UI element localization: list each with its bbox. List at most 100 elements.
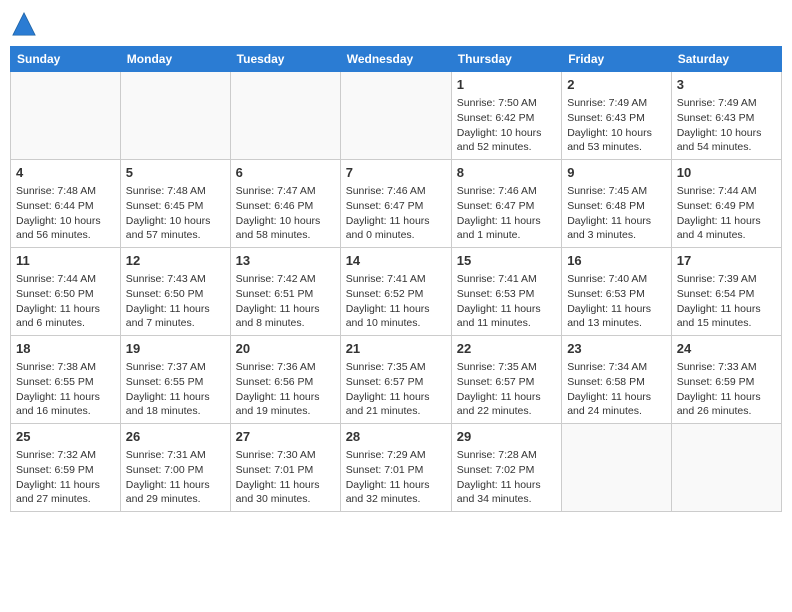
calendar-day-cell: 15 Sunrise: 7:41 AMSunset: 6:53 PMDayligh…	[451, 248, 561, 336]
day-info: Sunrise: 7:49 AMSunset: 6:43 PMDaylight:…	[567, 96, 666, 155]
calendar-day-cell	[562, 424, 672, 512]
day-info: Sunrise: 7:48 AMSunset: 6:44 PMDaylight:…	[16, 184, 115, 243]
logo	[10, 10, 42, 38]
day-number: 17	[677, 252, 776, 270]
calendar-day-cell: 7 Sunrise: 7:46 AMSunset: 6:47 PMDaylight…	[340, 160, 451, 248]
day-number: 5	[126, 164, 225, 182]
calendar-day-cell: 2 Sunrise: 7:49 AMSunset: 6:43 PMDaylight…	[562, 72, 672, 160]
day-info: Sunrise: 7:38 AMSunset: 6:55 PMDaylight:…	[16, 360, 115, 419]
day-number: 23	[567, 340, 666, 358]
day-info: Sunrise: 7:29 AMSunset: 7:01 PMDaylight:…	[346, 448, 446, 507]
day-info: Sunrise: 7:40 AMSunset: 6:53 PMDaylight:…	[567, 272, 666, 331]
calendar-week-row: 11 Sunrise: 7:44 AMSunset: 6:50 PMDayligh…	[11, 248, 782, 336]
day-number: 19	[126, 340, 225, 358]
calendar-day-cell	[230, 72, 340, 160]
day-info: Sunrise: 7:36 AMSunset: 6:56 PMDaylight:…	[236, 360, 335, 419]
calendar-week-row: 25 Sunrise: 7:32 AMSunset: 6:59 PMDayligh…	[11, 424, 782, 512]
day-number: 8	[457, 164, 556, 182]
day-info: Sunrise: 7:50 AMSunset: 6:42 PMDaylight:…	[457, 96, 556, 155]
day-number: 14	[346, 252, 446, 270]
calendar-day-cell: 20 Sunrise: 7:36 AMSunset: 6:56 PMDayligh…	[230, 336, 340, 424]
day-number: 16	[567, 252, 666, 270]
calendar-day-cell	[671, 424, 781, 512]
day-info: Sunrise: 7:47 AMSunset: 6:46 PMDaylight:…	[236, 184, 335, 243]
calendar-day-cell: 28 Sunrise: 7:29 AMSunset: 7:01 PMDayligh…	[340, 424, 451, 512]
day-info: Sunrise: 7:48 AMSunset: 6:45 PMDaylight:…	[126, 184, 225, 243]
day-info: Sunrise: 7:42 AMSunset: 6:51 PMDaylight:…	[236, 272, 335, 331]
day-info: Sunrise: 7:41 AMSunset: 6:52 PMDaylight:…	[346, 272, 446, 331]
day-of-week-header: Wednesday	[340, 47, 451, 72]
day-number: 29	[457, 428, 556, 446]
day-number: 18	[16, 340, 115, 358]
day-number: 9	[567, 164, 666, 182]
day-number: 27	[236, 428, 335, 446]
calendar-day-cell: 23 Sunrise: 7:34 AMSunset: 6:58 PMDayligh…	[562, 336, 672, 424]
day-info: Sunrise: 7:33 AMSunset: 6:59 PMDaylight:…	[677, 360, 776, 419]
day-number: 24	[677, 340, 776, 358]
day-info: Sunrise: 7:39 AMSunset: 6:54 PMDaylight:…	[677, 272, 776, 331]
day-number: 25	[16, 428, 115, 446]
calendar-day-cell: 6 Sunrise: 7:47 AMSunset: 6:46 PMDaylight…	[230, 160, 340, 248]
day-number: 6	[236, 164, 335, 182]
calendar-day-cell: 21Sunrise: 7:35 AMSunset: 6:57 PMDayligh…	[340, 336, 451, 424]
day-info: Sunrise: 7:34 AMSunset: 6:58 PMDaylight:…	[567, 360, 666, 419]
calendar-day-cell	[340, 72, 451, 160]
day-number: 13	[236, 252, 335, 270]
calendar-day-cell: 18 Sunrise: 7:38 AMSunset: 6:55 PMDayligh…	[11, 336, 121, 424]
calendar-day-cell: 16 Sunrise: 7:40 AMSunset: 6:53 PMDayligh…	[562, 248, 672, 336]
calendar-table: SundayMondayTuesdayWednesdayThursdayFrid…	[10, 46, 782, 512]
day-number: 11	[16, 252, 115, 270]
calendar-day-cell: 10 Sunrise: 7:44 AMSunset: 6:49 PMDayligh…	[671, 160, 781, 248]
calendar-day-cell: 13 Sunrise: 7:42 AMSunset: 6:51 PMDayligh…	[230, 248, 340, 336]
day-info: Sunrise: 7:43 AMSunset: 6:50 PMDaylight:…	[126, 272, 225, 331]
calendar-week-row: 18 Sunrise: 7:38 AMSunset: 6:55 PMDayligh…	[11, 336, 782, 424]
day-number: 2	[567, 76, 666, 94]
day-number: 4	[16, 164, 115, 182]
day-info: Sunrise: 7:31 AMSunset: 7:00 PMDaylight:…	[126, 448, 225, 507]
day-number: 21	[346, 340, 446, 358]
day-of-week-header: Friday	[562, 47, 672, 72]
day-number: 22	[457, 340, 556, 358]
calendar-day-cell: 26 Sunrise: 7:31 AMSunset: 7:00 PMDayligh…	[120, 424, 230, 512]
day-number: 7	[346, 164, 446, 182]
day-number: 10	[677, 164, 776, 182]
calendar-day-cell: 19 Sunrise: 7:37 AMSunset: 6:55 PMDayligh…	[120, 336, 230, 424]
day-number: 12	[126, 252, 225, 270]
calendar-day-cell: 17 Sunrise: 7:39 AMSunset: 6:54 PMDayligh…	[671, 248, 781, 336]
calendar-day-cell: 9 Sunrise: 7:45 AMSunset: 6:48 PMDaylight…	[562, 160, 672, 248]
day-info: Sunrise: 7:49 AMSunset: 6:43 PMDaylight:…	[677, 96, 776, 155]
day-info: Sunrise: 7:30 AMSunset: 7:01 PMDaylight:…	[236, 448, 335, 507]
day-info: Sunrise: 7:41 AMSunset: 6:53 PMDaylight:…	[457, 272, 556, 331]
day-of-week-header: Tuesday	[230, 47, 340, 72]
calendar-day-cell: 11 Sunrise: 7:44 AMSunset: 6:50 PMDayligh…	[11, 248, 121, 336]
calendar-day-cell: 4 Sunrise: 7:48 AMSunset: 6:44 PMDaylight…	[11, 160, 121, 248]
calendar-day-cell	[120, 72, 230, 160]
day-info: Sunrise: 7:32 AMSunset: 6:59 PMDaylight:…	[16, 448, 115, 507]
day-info: Sunrise: 7:35 AMSunset: 6:57 PMDaylight:…	[457, 360, 556, 419]
day-info: Sunrise: 7:46 AMSunset: 6:47 PMDaylight:…	[346, 184, 446, 243]
day-number: 15	[457, 252, 556, 270]
day-number: 20	[236, 340, 335, 358]
calendar-day-cell: 12 Sunrise: 7:43 AMSunset: 6:50 PMDayligh…	[120, 248, 230, 336]
day-of-week-header: Thursday	[451, 47, 561, 72]
calendar-day-cell: 25 Sunrise: 7:32 AMSunset: 6:59 PMDayligh…	[11, 424, 121, 512]
page-header	[10, 10, 782, 38]
calendar-day-cell: 8 Sunrise: 7:46 AMSunset: 6:47 PMDaylight…	[451, 160, 561, 248]
day-number: 1	[457, 76, 556, 94]
day-number: 26	[126, 428, 225, 446]
calendar-day-cell: 3Sunrise: 7:49 AMSunset: 6:43 PMDaylight…	[671, 72, 781, 160]
day-of-week-header: Saturday	[671, 47, 781, 72]
calendar-week-row: 1 Sunrise: 7:50 AMSunset: 6:42 PMDaylight…	[11, 72, 782, 160]
day-info: Sunrise: 7:45 AMSunset: 6:48 PMDaylight:…	[567, 184, 666, 243]
day-info: Sunrise: 7:37 AMSunset: 6:55 PMDaylight:…	[126, 360, 225, 419]
day-info: Sunrise: 7:44 AMSunset: 6:49 PMDaylight:…	[677, 184, 776, 243]
day-info: Sunrise: 7:46 AMSunset: 6:47 PMDaylight:…	[457, 184, 556, 243]
day-number: 28	[346, 428, 446, 446]
calendar-day-cell: 22 Sunrise: 7:35 AMSunset: 6:57 PMDayligh…	[451, 336, 561, 424]
calendar-day-cell: 27 Sunrise: 7:30 AMSunset: 7:01 PMDayligh…	[230, 424, 340, 512]
day-info: Sunrise: 7:44 AMSunset: 6:50 PMDaylight:…	[16, 272, 115, 331]
day-of-week-header: Sunday	[11, 47, 121, 72]
calendar-week-row: 4 Sunrise: 7:48 AMSunset: 6:44 PMDaylight…	[11, 160, 782, 248]
calendar-day-cell: 24 Sunrise: 7:33 AMSunset: 6:59 PMDayligh…	[671, 336, 781, 424]
calendar-day-cell: 1 Sunrise: 7:50 AMSunset: 6:42 PMDaylight…	[451, 72, 561, 160]
